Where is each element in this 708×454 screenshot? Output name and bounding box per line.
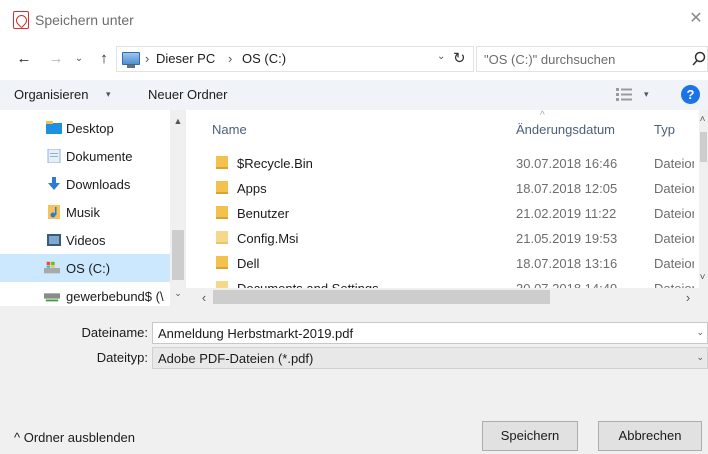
address-dropdown-icon[interactable]: ⌄	[437, 51, 445, 62]
file-type: Dateiordner	[654, 181, 694, 196]
filename-dropdown-icon[interactable]: ⌄	[696, 327, 704, 338]
save-button[interactable]: Speichern	[482, 421, 578, 451]
sidebar-item-label: gewerbebund$ (\	[66, 289, 164, 304]
hide-folders-toggle[interactable]: ^ Ordner ausblenden	[14, 430, 135, 445]
forward-arrow-icon[interactable]: →	[46, 48, 66, 70]
folder-icon	[216, 206, 228, 219]
file-name: Config.Msi	[237, 231, 299, 246]
table-row[interactable]: Benutzer 21.02.2019 11:22 Dateiordner	[202, 201, 694, 226]
file-date: 21.05.2019 19:53	[516, 231, 618, 246]
breadcrumb-separator: ›	[145, 51, 150, 66]
sidebar-item-label: Downloads	[66, 177, 131, 192]
file-type: Dateiordner	[654, 206, 694, 221]
horizontal-scrollbar-thumb[interactable]	[213, 290, 550, 304]
scroll-right-icon[interactable]: ›	[680, 290, 696, 305]
file-name: Dell	[237, 256, 260, 271]
sidebar-item-os-drive[interactable]: OS (C:)	[0, 254, 170, 282]
file-date: 18.07.2018 13:16	[516, 256, 618, 271]
table-row[interactable]: $Recycle.Bin 30.07.2018 16:46 Dateiordne…	[202, 151, 694, 176]
desktop-icon	[46, 121, 62, 134]
refresh-icon[interactable]: ↻	[453, 49, 466, 67]
address-bar[interactable]: › Dieser PC › OS (C:) ⌄ ↻	[116, 46, 474, 72]
sidebar-item-label: Desktop	[66, 121, 114, 136]
network-drive-icon	[44, 293, 60, 302]
organize-button[interactable]: Organisieren	[14, 87, 88, 102]
search-input[interactable]: "OS (C:)" durchsuchen	[476, 46, 708, 72]
view-options-icon[interactable]	[616, 88, 632, 101]
close-icon[interactable]: ✕	[686, 9, 706, 29]
scroll-up-icon[interactable]: ˄	[697, 114, 708, 125]
command-bar: Organisieren ▾ Neuer Ordner ▾ ?	[0, 80, 708, 110]
column-header-date[interactable]: Änderungsdatum	[516, 122, 615, 137]
filename-value: Anmeldung Herbstmarkt-2019.pdf	[158, 326, 354, 341]
column-header-name[interactable]: Name	[212, 122, 247, 137]
file-date: 21.02.2019 11:22	[516, 206, 617, 221]
navigation-scroll-up-icon[interactable]: ▲	[170, 116, 186, 126]
breadcrumb-separator: ›	[228, 51, 233, 66]
folder-icon	[216, 256, 228, 269]
table-row[interactable]: Config.Msi 21.05.2019 19:53 Dateiordner	[202, 226, 694, 251]
sidebar-item-label: Videos	[66, 233, 106, 248]
filetype-value: Adobe PDF-Dateien (*.pdf)	[158, 351, 314, 366]
recent-locations-chevron-icon[interactable]: ⌄	[72, 48, 86, 70]
sidebar-item-desktop[interactable]: Desktop	[0, 114, 170, 142]
folder-icon	[216, 181, 228, 194]
navigation-scroll-down-icon[interactable]: ⌄	[170, 288, 186, 299]
title-bar: Speichern unter ✕	[0, 0, 708, 40]
sidebar-item-label: Musik	[66, 205, 100, 220]
folder-icon	[216, 156, 228, 169]
sidebar-item-music[interactable]: Musik	[0, 198, 170, 226]
sidebar-item-documents[interactable]: Dokumente	[0, 142, 170, 170]
music-icon	[48, 205, 60, 219]
sidebar-item-videos[interactable]: Videos	[0, 226, 170, 254]
downloads-icon	[48, 177, 60, 190]
view-dropdown-icon[interactable]: ▾	[644, 89, 649, 100]
up-arrow-icon[interactable]: ↑	[94, 48, 114, 70]
filename-label: Dateiname:	[81, 325, 148, 340]
cancel-button[interactable]: Abbrechen	[598, 421, 702, 451]
filetype-select[interactable]: Adobe PDF-Dateien (*.pdf) ⌄	[152, 347, 708, 369]
filename-field[interactable]: Anmeldung Herbstmarkt-2019.pdf ⌄	[152, 322, 708, 344]
column-header-type[interactable]: Typ	[654, 122, 675, 137]
new-folder-button[interactable]: Neuer Ordner	[148, 87, 227, 102]
filetype-dropdown-icon[interactable]: ⌄	[696, 352, 704, 363]
search-placeholder: "OS (C:)" durchsuchen	[484, 52, 616, 67]
table-row[interactable]: Apps 18.07.2018 12:05 Dateiordner	[202, 176, 694, 201]
file-list: ^ Name Änderungsdatum Typ $Recycle.Bin 3…	[186, 110, 708, 306]
acrobat-icon	[13, 11, 29, 29]
back-arrow-icon[interactable]: ←	[14, 48, 34, 70]
file-date: 18.07.2018 12:05	[516, 181, 618, 196]
file-type: Dateiordner	[654, 231, 694, 246]
sidebar-item-downloads[interactable]: Downloads	[0, 170, 170, 198]
file-type: Dateiordner	[654, 156, 694, 171]
file-type: Dateiordner	[654, 256, 694, 271]
file-name: $Recycle.Bin	[237, 156, 313, 171]
documents-icon	[47, 149, 61, 163]
folder-icon	[216, 231, 228, 244]
filetype-label: Dateityp:	[96, 350, 148, 365]
file-name: Apps	[237, 181, 267, 196]
navigation-scrollbar-thumb[interactable]	[172, 230, 184, 280]
scroll-left-icon[interactable]: ‹	[196, 290, 212, 305]
drive-icon	[44, 261, 60, 274]
search-icon[interactable]	[692, 51, 706, 67]
window-title: Speichern unter	[35, 12, 134, 28]
navigation-pane: Desktop Dokumente Downloads Musik Videos…	[0, 110, 186, 306]
file-name: Benutzer	[237, 206, 290, 221]
file-date: 30.07.2018 16:46	[516, 156, 618, 171]
breadcrumb-this-pc[interactable]: Dieser PC	[156, 51, 215, 66]
sidebar-item-network-drive[interactable]: gewerbebund$ (\	[0, 282, 170, 306]
videos-icon	[47, 234, 61, 246]
sidebar-item-label: OS (C:)	[66, 261, 111, 276]
organize-dropdown-icon[interactable]: ▾	[106, 89, 111, 100]
vertical-scrollbar-thumb[interactable]	[700, 132, 707, 162]
this-pc-icon	[122, 52, 140, 68]
sort-ascending-icon: ^	[540, 110, 545, 121]
table-row[interactable]: Dell 18.07.2018 13:16 Dateiordner	[202, 251, 694, 276]
sidebar-item-label: Dokumente	[66, 149, 133, 164]
scroll-down-icon[interactable]: ˅	[697, 272, 708, 283]
help-icon[interactable]: ?	[681, 85, 700, 104]
breadcrumb-os-drive[interactable]: OS (C:)	[242, 51, 286, 66]
